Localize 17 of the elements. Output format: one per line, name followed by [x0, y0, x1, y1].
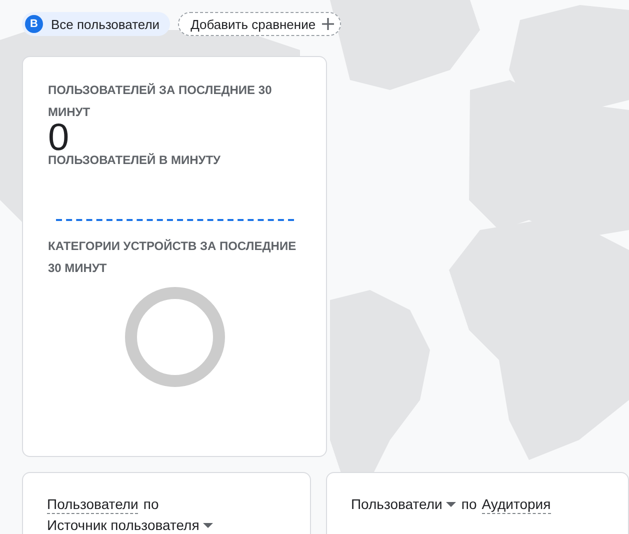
segment-chip[interactable]: B Все пользователи: [22, 12, 170, 36]
segment-label: Все пользователи: [51, 16, 160, 32]
segment-badge: B: [25, 15, 43, 33]
card-title: ПОЛЬЗОВАТЕЛЕЙ ЗА ПОСЛЕДНИЕ 30 МИНУТ: [48, 82, 273, 121]
caret-icon: [446, 502, 456, 507]
dimension-dropdown[interactable]: Источник пользователя: [47, 515, 214, 534]
card-title: КАТЕГОРИИ УСТРОЙСТВ ЗА ПОСЛЕДНИЕ 30 МИНУТ: [48, 238, 298, 277]
metric-dropdown[interactable]: Пользователи: [350, 494, 456, 515]
add-comparison-button[interactable]: Добавить сравнение: [178, 12, 341, 36]
card-subtitle: ПОЛЬЗОВАТЕЛЕЙ В МИНУТУ: [48, 152, 222, 169]
plus-icon: [322, 18, 334, 30]
by-label: по: [461, 495, 477, 514]
user-count: 0: [48, 123, 70, 149]
caret-icon: [203, 523, 214, 528]
by-label: по: [143, 495, 159, 514]
metric-link[interactable]: Пользователи: [47, 495, 138, 514]
dimension-link[interactable]: Аудитория: [482, 495, 551, 514]
